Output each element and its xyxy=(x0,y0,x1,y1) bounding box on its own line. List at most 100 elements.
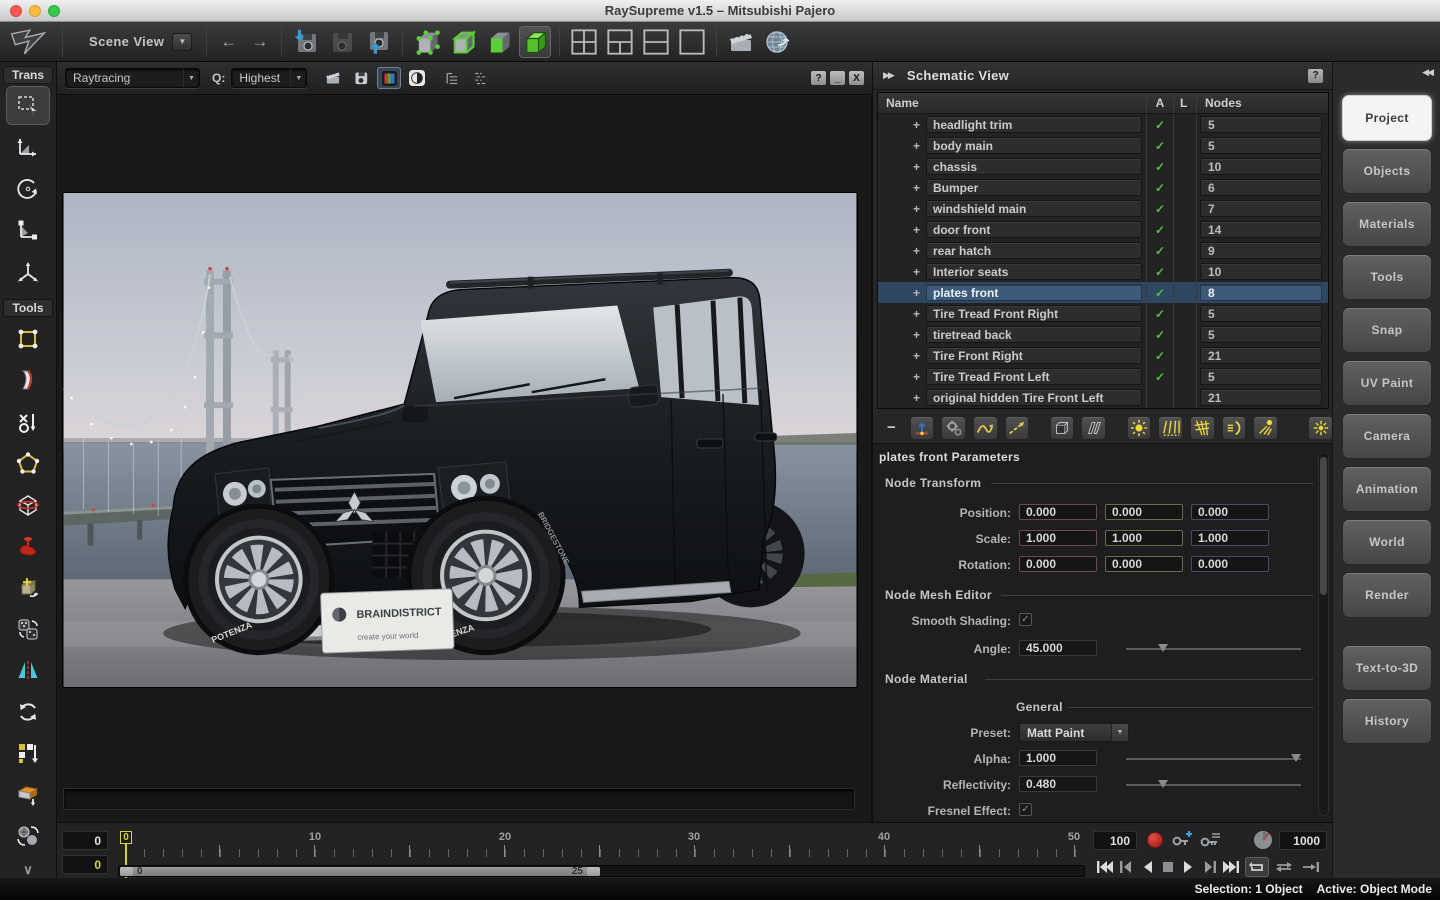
lock-cell[interactable] xyxy=(1173,366,1196,387)
position-z-field[interactable]: 0.000 xyxy=(1191,504,1269,520)
lock-cell[interactable] xyxy=(1173,240,1196,261)
play-once-button[interactable] xyxy=(1299,857,1323,877)
unfold-tool-button[interactable] xyxy=(6,775,50,814)
node-tool-distant-light-button[interactable] xyxy=(1253,415,1278,440)
expand-icon[interactable]: + xyxy=(878,160,926,174)
preset-select[interactable]: Matt Paint ▼ xyxy=(1019,723,1129,742)
export-button[interactable] xyxy=(362,26,394,58)
active-check-icon[interactable]: ✓ xyxy=(1155,370,1165,384)
expand-icon[interactable]: + xyxy=(878,244,926,258)
position-y-field[interactable]: 0.000 xyxy=(1105,504,1183,520)
angle-field[interactable]: 45.000 xyxy=(1019,640,1097,656)
lock-cell[interactable] xyxy=(1173,345,1196,366)
active-check-icon[interactable]: ✓ xyxy=(1155,118,1165,132)
table-row[interactable]: + windshield main ✓ 7 xyxy=(878,198,1328,219)
range-end-handle[interactable] xyxy=(587,867,600,876)
node-tool-axis-button[interactable] xyxy=(909,415,935,440)
column-active[interactable]: A xyxy=(1146,93,1173,113)
rotation-y-field[interactable]: 0.000 xyxy=(1105,556,1183,572)
rotation-x-field[interactable]: 0.000 xyxy=(1019,556,1097,572)
rotation-z-field[interactable]: 0.000 xyxy=(1191,556,1269,572)
help-button[interactable]: ? xyxy=(811,71,826,85)
smooth-shading-checkbox[interactable]: ✓ xyxy=(1019,613,1032,626)
tab-project[interactable]: Project xyxy=(1342,95,1432,141)
help-button[interactable]: ? xyxy=(1308,68,1323,83)
play-backward-button[interactable] xyxy=(1137,859,1157,875)
node-name[interactable]: tiretread back xyxy=(926,326,1142,343)
record-button[interactable] xyxy=(1147,832,1163,848)
prev-frame-button[interactable] xyxy=(1116,859,1136,875)
publish-button[interactable] xyxy=(761,26,793,58)
reflectivity-slider[interactable] xyxy=(1126,780,1301,788)
node-tool-gears-button[interactable] xyxy=(941,415,966,440)
node-name[interactable]: door front xyxy=(926,221,1142,238)
keyframe-options-button[interactable] xyxy=(1199,831,1221,849)
frame-field-b[interactable]: 0 xyxy=(62,855,108,874)
loop-button[interactable] xyxy=(1245,857,1269,877)
lock-cell[interactable] xyxy=(1173,219,1196,240)
node-tool-grid-light-button[interactable] xyxy=(1189,415,1215,440)
active-check-icon[interactable]: ✓ xyxy=(1155,349,1165,363)
tab-text-to-3d[interactable]: Text-to-3D xyxy=(1342,645,1432,691)
expand-icon[interactable]: + xyxy=(878,265,926,279)
save-button[interactable] xyxy=(326,26,358,58)
node-name[interactable]: headlight trim xyxy=(926,116,1142,133)
timeline-range-scrollbar[interactable]: 0 25 xyxy=(118,865,1085,877)
parameters-scrollbar[interactable] xyxy=(1318,452,1329,816)
scene-viewport[interactable]: Raytracing ▼ Q: Highest ▼ ? _ X POTENZA … xyxy=(57,62,872,822)
scale-z-field[interactable]: 1.000 xyxy=(1191,530,1269,546)
tab-uv-paint[interactable]: UV Paint xyxy=(1342,360,1432,406)
node-name[interactable]: Bumper xyxy=(926,179,1142,196)
reflectivity-field[interactable]: 0.480 xyxy=(1019,776,1097,792)
lock-cell[interactable] xyxy=(1173,135,1196,156)
expand-icon[interactable]: + xyxy=(878,118,926,132)
node-tool-sun-light-button[interactable] xyxy=(1126,415,1152,440)
active-check-icon[interactable]: ✓ xyxy=(1155,139,1165,153)
lock-cell[interactable] xyxy=(1173,198,1196,219)
expand-icon[interactable]: + xyxy=(878,139,926,153)
lock-cell[interactable] xyxy=(1173,324,1196,345)
node-name[interactable]: Tire Tread Front Right xyxy=(926,305,1142,322)
add-keyframe-button[interactable] xyxy=(1171,831,1193,849)
scene-view-dropdown-button[interactable]: ▼ xyxy=(172,32,193,51)
end-frame-field[interactable]: 100 xyxy=(1093,831,1137,850)
tab-objects[interactable]: Objects xyxy=(1342,148,1432,194)
lock-cell[interactable] xyxy=(1173,156,1196,177)
render-frame-button[interactable] xyxy=(321,67,345,89)
expand-icon[interactable]: + xyxy=(878,307,926,321)
expand-icon[interactable]: + xyxy=(878,286,926,300)
scrollbar-thumb[interactable] xyxy=(1320,457,1327,595)
node-tool-cube-button[interactable] xyxy=(1049,415,1075,440)
node-tool-shell-button[interactable] xyxy=(1081,415,1107,440)
minimize-panel-button[interactable]: _ xyxy=(830,71,845,85)
table-row[interactable]: + original hidden Tire Front Left 21 xyxy=(878,387,1328,408)
table-row[interactable]: + chassis ✓ 10 xyxy=(878,156,1328,177)
slice-tool-button[interactable] xyxy=(6,485,50,524)
range-fill[interactable]: 0 25 xyxy=(120,866,600,877)
transform-cube-tool-button[interactable] xyxy=(6,568,50,607)
viewport-command-field[interactable] xyxy=(63,788,855,810)
edge-mode-button[interactable] xyxy=(447,26,479,58)
active-check-icon[interactable]: ✓ xyxy=(1155,181,1165,195)
expand-icon[interactable]: + xyxy=(878,223,926,237)
expand-icon[interactable]: + xyxy=(878,181,926,195)
play-button[interactable] xyxy=(1179,859,1199,875)
scale-tool-button[interactable] xyxy=(6,210,50,249)
column-nodes[interactable]: Nodes xyxy=(1196,93,1326,113)
node-tool-point-light-button[interactable] xyxy=(1308,415,1333,440)
chevron-down-icon[interactable]: ▼ xyxy=(1111,724,1128,741)
node-name[interactable]: rear hatch xyxy=(926,242,1142,259)
table-row[interactable]: + Bumper ✓ 6 xyxy=(878,177,1328,198)
more-tools-chevron[interactable]: ∨ xyxy=(23,862,33,878)
node-name[interactable]: body main xyxy=(926,137,1142,154)
node-name[interactable]: chassis xyxy=(926,158,1142,175)
table-row[interactable]: + Tire Front Right ✓ 21 xyxy=(878,345,1328,366)
active-check-icon[interactable]: ✓ xyxy=(1155,307,1165,321)
node-name[interactable]: Interior seats xyxy=(926,263,1142,280)
position-x-field[interactable]: 0.000 xyxy=(1019,504,1097,520)
active-check-icon[interactable]: ✓ xyxy=(1155,202,1165,216)
tab-tools[interactable]: Tools xyxy=(1342,254,1432,300)
alpha-field[interactable]: 1.000 xyxy=(1019,750,1097,766)
swap-tool-button[interactable] xyxy=(6,402,50,441)
timeline-ruler[interactable]: 0 10 20 30 40 50 0 xyxy=(118,831,1085,878)
